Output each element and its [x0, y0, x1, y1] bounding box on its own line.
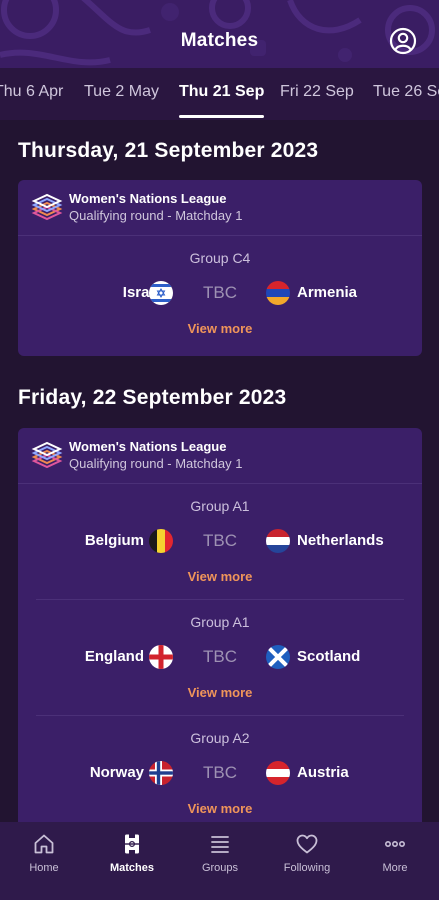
nations-league-logo-icon — [31, 193, 63, 221]
day-heading: Friday, 22 September 2023 — [18, 386, 287, 409]
armenia-flag-icon — [266, 281, 290, 305]
tab-more[interactable]: More — [351, 822, 439, 900]
match-row[interactable]: Group A1 Belgium TBC Netherlands View mo… — [18, 484, 422, 600]
tab-home[interactable]: Home — [0, 822, 88, 900]
view-more-link[interactable]: View more — [18, 801, 422, 816]
tab-label: Home — [29, 862, 59, 874]
app-header: Matches — [0, 0, 439, 68]
date-tab[interactable]: Thu 6 Apr — [0, 83, 63, 101]
away-team: Scotland — [297, 648, 361, 665]
group-label: Group A2 — [190, 730, 250, 746]
tab-label: Groups — [201, 862, 239, 874]
nations-league-logo-icon — [31, 441, 63, 469]
tab-label: Following — [283, 862, 331, 874]
match-score: TBC — [203, 647, 237, 666]
group-label: Group C4 — [189, 250, 251, 266]
group-label: Group A1 — [190, 614, 250, 630]
day-heading: Thursday, 21 September 2023 — [18, 139, 319, 162]
netherlands-flag-icon — [266, 529, 290, 553]
scotland-flag-icon — [266, 645, 290, 669]
view-more-link[interactable]: View more — [18, 321, 422, 336]
tab-groups[interactable]: Groups — [176, 822, 264, 900]
date-tab-selected[interactable]: Thu 21 Sep — [179, 83, 265, 118]
date-tab[interactable]: Tue 26 Sep — [373, 83, 439, 101]
date-tab[interactable]: Fri 22 Sep — [280, 83, 354, 101]
away-team: Armenia — [297, 284, 358, 301]
competition-name: Women's Nations League — [69, 191, 227, 206]
competition-header: Women's Nations League Qualifying round … — [18, 428, 422, 484]
match-row[interactable]: Group A1 England TBC Scotland View more — [18, 600, 422, 716]
match-row[interactable]: Group C4 Israel TBC Armenia View more — [18, 236, 422, 356]
competition-card: Women's Nations League Qualifying round … — [18, 428, 422, 828]
tab-following[interactable]: Following — [263, 822, 351, 900]
view-more-link[interactable]: View more — [18, 685, 422, 700]
match-row[interactable]: Group A2 Norway TBC Austria View more — [18, 716, 422, 828]
tab-matches[interactable]: Matches — [88, 822, 176, 900]
heart-icon — [296, 834, 318, 854]
competition-name: Women's Nations League — [69, 439, 227, 454]
away-team: Austria — [297, 764, 349, 781]
home-icon — [34, 834, 54, 854]
away-team: Netherlands — [297, 532, 384, 549]
bottom-tab-bar: Home Matches Groups Following More — [0, 822, 439, 900]
tab-label: Matches — [109, 862, 155, 874]
competition-round: Qualifying round - Matchday 1 — [69, 208, 243, 223]
profile-icon[interactable] — [389, 27, 417, 55]
group-label: Group A1 — [190, 498, 250, 514]
tab-label: More — [382, 862, 408, 874]
pitch-icon — [125, 834, 139, 854]
match-score: TBC — [203, 283, 237, 302]
competition-header: Women's Nations League Qualifying round … — [18, 180, 422, 236]
date-selector[interactable]: Thu 6 Apr Tue 2 May Thu 21 Sep Fri 22 Se… — [0, 68, 439, 120]
competition-round: Qualifying round - Matchday 1 — [69, 456, 243, 471]
competition-card: Women's Nations League Qualifying round … — [18, 180, 422, 356]
view-more-link[interactable]: View more — [18, 569, 422, 584]
date-tab[interactable]: Tue 2 May — [84, 83, 159, 101]
austria-flag-icon — [266, 761, 290, 785]
match-score: TBC — [203, 763, 237, 782]
page-title: Matches — [180, 30, 259, 51]
more-icon — [384, 841, 405, 848]
list-icon — [211, 836, 229, 853]
